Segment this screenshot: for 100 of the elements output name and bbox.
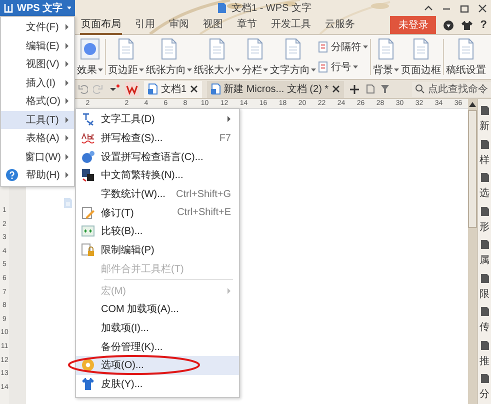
menu-item[interactable]: 中文简繁转换(N)...	[76, 166, 239, 185]
menu-item[interactable]: 修订(T) Ctrl+Shift+E	[76, 203, 239, 222]
side-panel-item[interactable]: 选	[478, 170, 491, 204]
panel-icon	[480, 138, 490, 150]
scrollbar[interactable]	[468, 99, 477, 404]
lock-icon	[80, 243, 94, 258]
menu-item[interactable]: 编辑(E)	[1, 36, 74, 55]
page-icon	[412, 38, 430, 60]
ribbon-button[interactable]: 文字方向	[270, 35, 316, 79]
caret-icon	[65, 24, 69, 30]
plus-icon	[348, 84, 360, 94]
window-title: 文档1 - WPS 文字	[231, 2, 312, 15]
menu-item[interactable]: 窗口(W)	[1, 148, 74, 166]
scroll-up-icon	[468, 101, 477, 108]
page-icon	[208, 38, 226, 60]
menu-item[interactable]: 拼写检查(S)... F7	[76, 128, 239, 148]
caret-icon	[65, 172, 69, 178]
caret-icon	[98, 68, 103, 72]
small-page-icon	[318, 41, 329, 53]
side-panel-item[interactable]: 新	[478, 103, 491, 136]
panel-icon	[480, 340, 490, 350]
small-page-icon	[318, 61, 329, 73]
menu-item[interactable]: 表格(A)	[1, 129, 74, 148]
ribbon-tab[interactable]: 引用	[134, 15, 156, 35]
menu-item[interactable]: 文件(F)	[1, 18, 74, 36]
menu-item[interactable]: 帮助(H)	[1, 166, 74, 184]
document-icon	[210, 83, 221, 95]
panel-icon	[480, 206, 490, 216]
ribbon-button[interactable]: 背景	[373, 35, 399, 79]
maximize-icon	[460, 4, 469, 12]
side-panel-item[interactable]: 形	[478, 204, 491, 237]
ribbon-button[interactable]: 行号	[318, 60, 368, 74]
help-button[interactable]: ?	[480, 19, 487, 31]
panel-icon	[480, 172, 490, 183]
menu-item[interactable]: 工具(T)	[1, 110, 74, 129]
caret-icon	[65, 135, 69, 142]
document-tab[interactable]: 新建 Micros... 文档 (2) *	[206, 80, 344, 98]
side-panel-item[interactable]: 样	[478, 136, 491, 170]
ribbon-button[interactable]: 稿纸设置	[446, 35, 486, 79]
app-menu-button[interactable]: WPS 文字	[0, 0, 75, 16]
page-icon	[457, 38, 475, 60]
ribbon-tab[interactable]: 开发工具	[270, 15, 312, 35]
menu-item[interactable]: 字数统计(W)... Ctrl+Shift+G	[76, 184, 239, 204]
ribbon-button[interactable]: 纸张方向	[146, 35, 192, 79]
close-icon	[190, 85, 198, 93]
menu-item[interactable]: 比较(B)...	[76, 222, 239, 241]
caret-icon	[263, 68, 268, 72]
side-panel-item[interactable]: 属	[478, 237, 491, 270]
caret-icon	[65, 154, 69, 160]
menu-item[interactable]: COM 加载项(A)...	[76, 300, 239, 319]
ribbon-button[interactable]: 页边距	[108, 35, 144, 79]
app-logo-icon	[4, 3, 13, 13]
ribbon-button[interactable]: 页面边框	[401, 35, 441, 79]
page-icon	[284, 38, 302, 60]
close-icon	[332, 85, 340, 93]
panel-icon	[480, 239, 490, 250]
document-icon	[148, 83, 158, 95]
side-panel-item[interactable]: 传	[478, 304, 491, 338]
collapse-icon	[424, 4, 433, 12]
ribbon-button[interactable]: 分栏	[242, 35, 268, 79]
ribbon-button[interactable]: 效果	[77, 35, 103, 79]
menu-item[interactable]: 文字工具(D)	[76, 110, 239, 129]
menu-item[interactable]: 插入(I)	[1, 74, 74, 92]
caret-icon	[235, 68, 240, 72]
side-panel-item[interactable]: 限	[478, 270, 491, 304]
caret-icon	[311, 68, 316, 72]
ribbon-tab[interactable]: 视图	[202, 15, 224, 35]
document-icon	[364, 84, 375, 94]
caret-icon	[394, 68, 399, 72]
spell-check-icon	[80, 131, 94, 146]
menu-item[interactable]: 格式(O)	[1, 92, 74, 110]
filter-icon	[380, 84, 391, 94]
menu-item[interactable]: 加载项(I)...	[76, 318, 239, 338]
side-panel-item[interactable]: 分	[478, 371, 491, 404]
caret-icon	[353, 65, 358, 69]
caret-icon	[363, 45, 368, 49]
ribbon-tab[interactable]: 云服务	[324, 15, 356, 35]
ribbon-tab[interactable]: 审阅	[168, 15, 190, 35]
login-button[interactable]: 未登录	[390, 16, 436, 34]
caret-icon	[66, 6, 71, 10]
caret-icon	[65, 42, 69, 49]
menu-item[interactable]: 皮肤(Y)...	[76, 374, 239, 394]
menu-item[interactable]: 设置拼写检查语言(C)...	[76, 147, 239, 166]
ribbon-button[interactable]: 纸张大小	[194, 35, 240, 79]
side-panel-item[interactable]: 推	[478, 338, 491, 371]
caret-icon	[65, 80, 69, 86]
help-icon	[6, 169, 18, 182]
command-search-field[interactable]: 点此查找命令	[412, 82, 491, 96]
menu-item[interactable]: 备份管理(K)...	[76, 337, 239, 356]
panel-icon	[480, 373, 490, 384]
ribbon-tab[interactable]: 章节	[236, 15, 258, 35]
menu-item[interactable]: 限制编辑(P)	[76, 240, 239, 260]
ribbon-button[interactable]: 分隔符	[318, 40, 368, 54]
page-icon	[246, 38, 264, 60]
caret-icon	[187, 68, 192, 72]
document-tab[interactable]: 文档1	[144, 80, 202, 98]
convert-icon	[80, 168, 94, 182]
menu-item[interactable]: 视图(V)	[1, 55, 74, 74]
search-icon	[415, 84, 425, 94]
scroll-thumb[interactable]	[468, 110, 477, 228]
